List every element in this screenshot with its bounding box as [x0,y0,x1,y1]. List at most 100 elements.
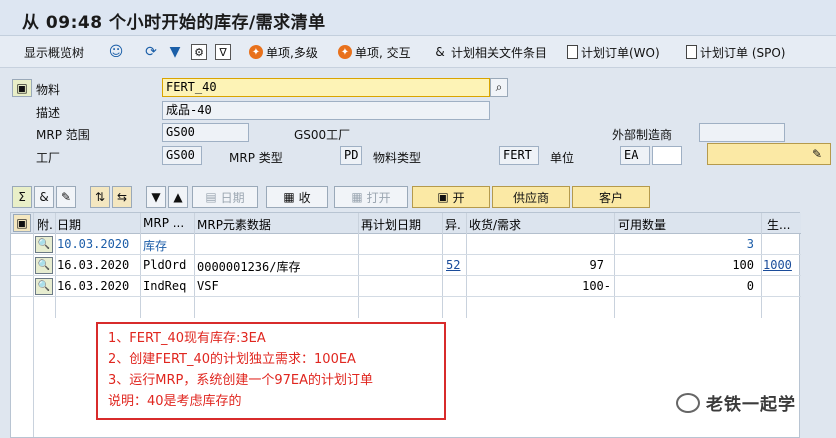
window-title: 从 09:48 个小时开始的库存/需求清单 [22,13,326,33]
date-label: 日期 [220,190,245,205]
mrp-area-label: MRP 范围 [36,128,90,142]
receipt-icon: ▦ [283,190,295,204]
col-mrp-elem: MRP ... [143,216,185,230]
mrp-type-field: PD [340,146,362,165]
material-field[interactable]: FERT_40 [162,78,490,97]
people-icon[interactable]: ☺ [108,42,127,62]
receipt-label: 收 [298,190,311,205]
annotation-line-4: 说明：40是考虑库存的 [108,394,242,409]
edit-button[interactable]: ✎ [707,143,831,165]
pencil-icon: ✎ [811,147,822,161]
mrp-type-label: MRP 类型 [229,151,283,165]
show-overview-label: 显示概览树 [24,45,85,60]
row-data: VSF [197,279,219,293]
col-date: 日期 [57,218,82,232]
customer-label: 客户 [598,190,623,205]
material-label: 物料 [36,83,61,97]
planned-order-wo-button[interactable]: 计划订单(WO) [567,42,660,62]
receipt-button[interactable]: ▦ 收 [266,186,328,208]
refresh-icon[interactable]: ⟳ [143,42,162,62]
ext-procure-label: 外部制造商 [612,128,673,142]
sum-icon[interactable]: Σ [12,186,32,208]
row-date: 10.03.2020 [57,237,130,251]
header-area: ▣ 物料 FERT_40 ⌕ 描述 成品-40 MRP 范围 GS00 GS00… [0,68,836,178]
mrp-area-desc: GS00工厂 [294,128,351,142]
document-icon [686,45,697,59]
group-icon[interactable]: ⇆ [112,186,132,208]
mat-type-field: FERT [499,146,539,165]
col-mrp-data: MRP元素数据 [197,218,271,232]
row-data: 0000001236/库存 [197,260,301,274]
show-overview-button[interactable]: 显示概览树 [24,42,84,62]
link-icon[interactable]: & [34,186,54,208]
col-more: 生... [767,218,791,232]
document-icon [567,45,578,59]
annotation-line-1: 1、FERT_40现有库存:3EA [108,331,266,346]
grid-toolbar: Σ & ✎ ⇅ ⇆ ▼ ▲ ▤ 日期 ▦ 收 ▦ 打开 ▣ 开 供应商 客户 [0,184,836,210]
plant-label: 工厂 [36,151,61,165]
customer-button[interactable]: 客户 [572,186,650,208]
single-interactive-label: 单项, 交互 [355,45,411,60]
search-icon[interactable]: ⌕ [490,78,508,97]
row-qty: 97 [589,258,604,272]
settings-icon[interactable]: ⚙ [191,42,210,62]
calendar-icon: ▤ [205,190,217,204]
row-date: 16.03.2020 [57,279,130,293]
pencil-icon[interactable]: ✎ [56,186,76,208]
col-available: 可用数量 [618,218,667,232]
planned-order-wo-label: 计划订单(WO) [581,45,660,60]
open2-button[interactable]: ▣ 开 [412,186,490,208]
single-multi-label: 单项,多级 [266,45,318,60]
plan-files-button[interactable]: & 计划相关文件条目 [432,42,547,62]
sort-icon[interactable]: ⇅ [90,186,110,208]
open2-label: 开 [452,190,465,205]
col-exception: 异. [445,218,461,232]
link-icon: & [435,45,445,59]
row-date: 16.03.2020 [57,258,130,272]
document-icon: ▣ [437,190,449,204]
planned-order-spo-label: 计划订单 (SPO) [700,45,786,60]
row-available: 100 [732,258,754,272]
single-interactive-button[interactable]: ✦ 单项, 交互 [338,42,411,62]
row-extra-link[interactable]: 1000 [763,258,792,272]
header-toggle-icon[interactable]: ▣ [12,79,32,97]
single-multi-button[interactable]: ✦ 单项,多级 [249,42,318,62]
vendor-button[interactable]: 供应商 [492,186,570,208]
row-qty: 100- [582,279,611,293]
explode-icon: ✦ [249,45,263,59]
magnifier-icon[interactable]: 🔍 [35,278,53,295]
wechat-icon [676,392,700,413]
watermark: 老铁一起学 [676,390,796,415]
row-available: 3 [746,237,754,251]
vendor-label: 供应商 [512,190,549,205]
filter-icon[interactable]: ▼ [167,42,186,62]
desc-label: 描述 [36,106,61,120]
ext-procure-field [699,123,785,142]
filter-alt-icon[interactable]: ∇ [215,42,234,62]
table-row[interactable]: 🔍 10.03.2020 库存 3 [11,234,801,255]
annotation-line-3: 3、运行MRP，系统创建一个97EA的计划订单 [108,373,374,388]
row-elem: IndReq [143,279,187,293]
table-row[interactable]: 🔍 16.03.2020 IndReq VSF 100- 0 [11,276,801,297]
explode-icon: ✦ [338,45,352,59]
planned-order-spo-button[interactable]: 计划订单 (SPO) [686,42,785,62]
magnifier-icon[interactable]: 🔍 [35,257,53,274]
col-receipt-req: 收货/需求 [469,218,522,232]
arrow-down-icon[interactable]: ▼ [146,186,166,208]
mat-type-label: 物料类型 [373,151,422,165]
open-button[interactable]: ▦ 打开 [334,186,408,208]
application-toolbar: 显示概览树 ☺ ⟳ ▼ ⚙ ∇ ✦ 单项,多级 ✦ 单项, 交互 & 计划相关文… [0,36,836,68]
date-button[interactable]: ▤ 日期 [192,186,258,208]
magnifier-icon[interactable]: 🔍 [35,236,53,253]
col-attach: 附. [37,218,53,232]
table-row[interactable]: 🔍 16.03.2020 PldOrd 0000001236/库存 52 97 … [11,255,801,276]
annotation-line-2: 2、创建FERT_40的计划独立需求：100EA [108,352,356,367]
row-exception-link[interactable]: 52 [446,258,460,272]
grid-settings-icon[interactable]: ▣ [13,214,31,232]
grid-header: ▣ 附. 日期 MRP ... MRP元素数据 再计划日期 异. 收货/需求 可… [11,213,801,234]
unit-label: 单位 [550,151,575,165]
arrow-up-icon[interactable]: ▲ [168,186,188,208]
plan-files-label: 计划相关文件条目 [451,45,548,60]
folder-icon: ▦ [351,190,363,204]
watermark-text: 老铁一起学 [706,395,796,415]
